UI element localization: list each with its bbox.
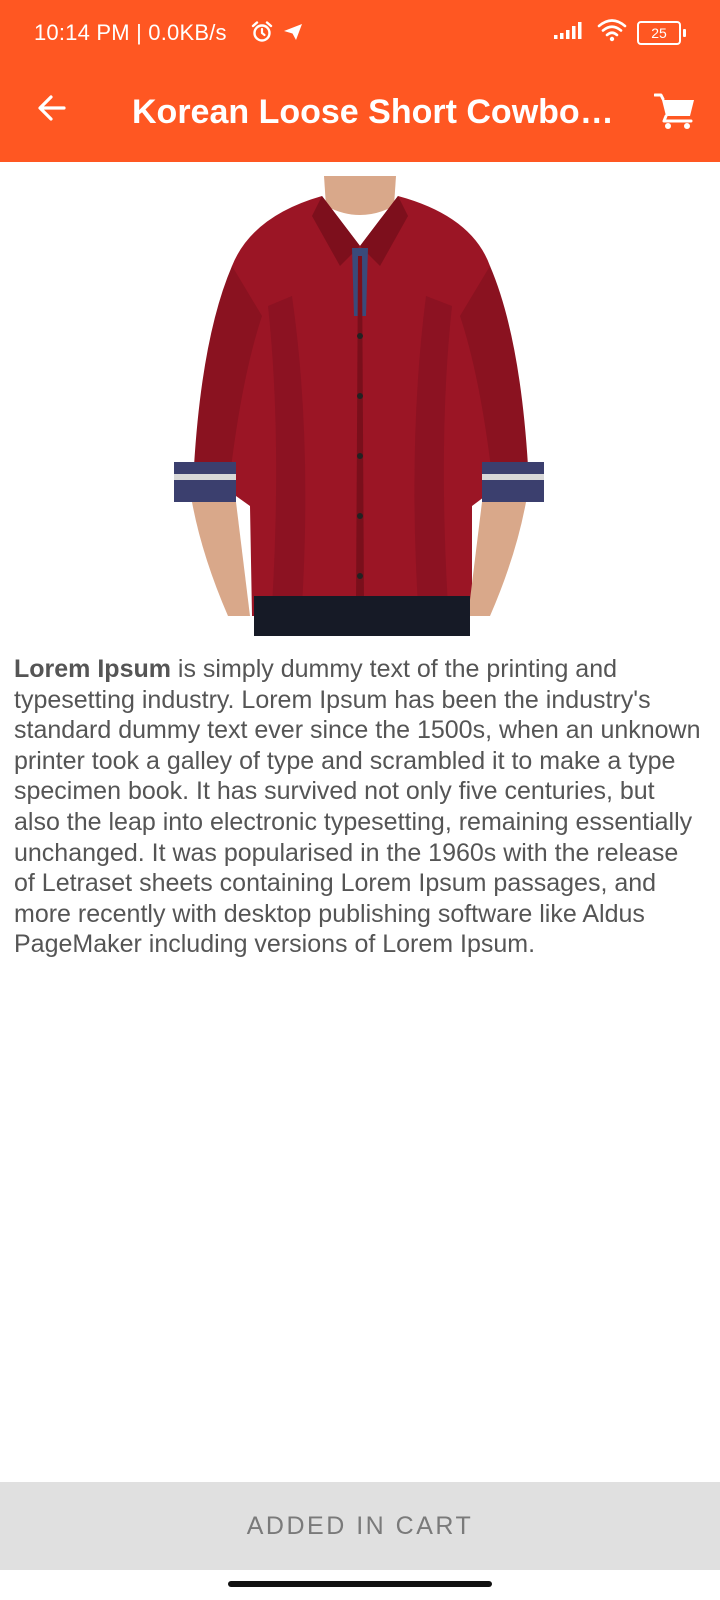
arrow-left-icon <box>36 92 68 129</box>
cart-button[interactable] <box>650 88 700 138</box>
added-in-cart-button[interactable]: ADDED IN CART <box>0 1482 720 1570</box>
back-button[interactable] <box>28 86 76 134</box>
top-bar: 10:14 PM | 0.0KB/s 25 Korean Loose Short… <box>0 0 720 162</box>
description-bold: Lorem Ipsum <box>14 655 171 683</box>
telegram-icon <box>282 21 304 49</box>
alarm-icon <box>250 20 274 50</box>
battery-level: 25 <box>651 25 667 41</box>
shopping-cart-icon <box>653 92 696 135</box>
battery-icon: 25 <box>637 21 681 45</box>
product-image <box>172 176 546 636</box>
page-title: Korean Loose Short Cowboy Jacket <box>132 93 624 131</box>
home-indicator[interactable] <box>228 1581 492 1587</box>
status-bar: 10:14 PM | 0.0KB/s 25 <box>0 0 720 68</box>
wifi-icon <box>597 18 627 48</box>
status-right-icons: 25 <box>553 18 686 48</box>
status-left-icons <box>250 20 304 50</box>
description-text: is simply dummy text of the printing and… <box>14 655 701 959</box>
app-bar: Korean Loose Short Cowboy Jacket <box>0 68 720 162</box>
battery-tip <box>683 29 686 37</box>
product-description: Lorem Ipsum is simply dummy text of the … <box>14 654 706 960</box>
status-time: 10:14 PM | 0.0KB/s <box>34 20 227 45</box>
signal-icon <box>553 20 587 46</box>
